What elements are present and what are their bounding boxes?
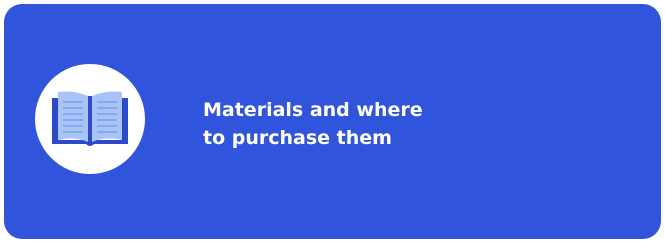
open-book-icon — [52, 91, 128, 146]
card-title: Materials and where to purchase them — [203, 99, 423, 149]
icon-circle — [35, 64, 145, 174]
materials-card[interactable]: Materials and where to purchase them — [4, 4, 661, 239]
